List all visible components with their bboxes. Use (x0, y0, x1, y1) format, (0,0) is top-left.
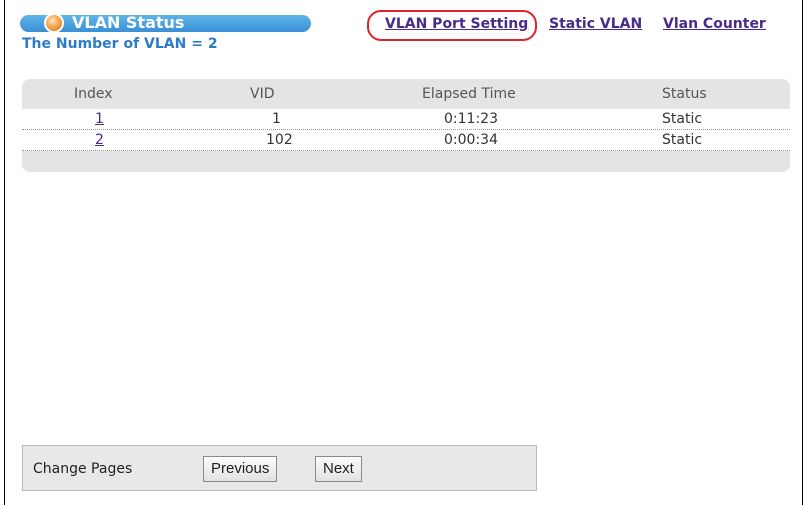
row-vid: 102 (266, 132, 293, 148)
col-vid-header: VID (250, 86, 275, 102)
row-status: Static (662, 111, 703, 127)
page-frame (4, 0, 803, 505)
row-status: Static (662, 132, 703, 148)
vlan-port-setting-link[interactable]: VLAN Port Setting (385, 16, 528, 32)
table-row: 1 1 0:11:23 Static (22, 109, 790, 130)
page-title: VLAN Status (72, 13, 185, 32)
vlan-table-body: 1 1 0:11:23 Static 2 102 0:00:34 Static (22, 109, 790, 151)
static-vlan-link[interactable]: Static VLAN (549, 16, 642, 32)
row-vid: 1 (272, 111, 281, 127)
col-index-header: Index (74, 86, 113, 102)
change-pages-label: Change Pages (33, 461, 133, 477)
orb-icon (44, 13, 64, 33)
next-button[interactable]: Next (315, 456, 362, 482)
change-pages-panel: Change Pages Previous Next (22, 445, 537, 491)
row-elapsed-time: 0:11:23 (444, 111, 498, 127)
row-index-link[interactable]: 1 (95, 111, 104, 127)
table-row: 2 102 0:00:34 Static (22, 130, 790, 151)
row-index-link[interactable]: 2 (95, 132, 104, 148)
col-elapsed-header: Elapsed Time (422, 86, 516, 102)
row-elapsed-time: 0:00:34 (444, 132, 498, 148)
vlan-count-label: The Number of VLAN = 2 (22, 36, 218, 52)
vlan-table-header: Index VID Elapsed Time Status (22, 84, 790, 104)
vlan-counter-link[interactable]: Vlan Counter (663, 16, 766, 32)
previous-button[interactable]: Previous (203, 456, 278, 482)
col-status-header: Status (662, 86, 707, 102)
